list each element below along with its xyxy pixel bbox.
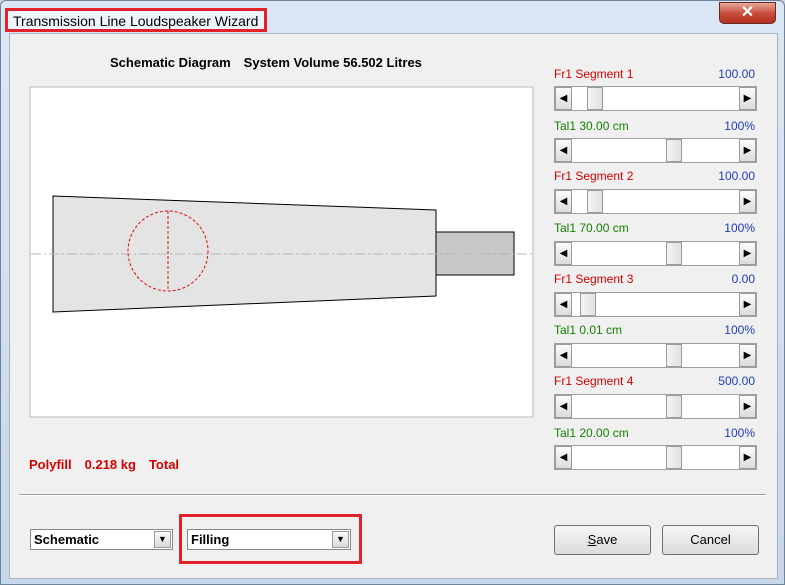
segment-3-scrollbar[interactable]: ◀ ▶ (554, 292, 757, 317)
segment-4-label: Fr1 Segment 4 (554, 374, 634, 388)
scrollbar-track[interactable] (572, 395, 739, 418)
scroll-left-icon[interactable]: ◀ (555, 293, 572, 316)
scroll-right-icon[interactable]: ▶ (739, 87, 756, 110)
scrollbar-thumb[interactable] (666, 344, 682, 367)
segment-4-value: 500.00 (718, 374, 755, 388)
scroll-right-icon[interactable]: ▶ (739, 446, 756, 469)
scrollbar-thumb[interactable] (587, 87, 603, 110)
save-label: ave (596, 532, 618, 547)
schematic-canvas (29, 86, 534, 418)
scroll-right-icon[interactable]: ▶ (739, 293, 756, 316)
taper-2-scrollbar[interactable]: ◀ ▶ (554, 241, 757, 266)
taper-1-value: 100% (724, 119, 755, 133)
segment-2-value: 100.00 (718, 169, 755, 183)
segment-2-scrollbar[interactable]: ◀ ▶ (554, 189, 757, 214)
scrollbar-thumb[interactable] (580, 293, 596, 316)
scroll-right-icon[interactable]: ▶ (739, 395, 756, 418)
save-button[interactable]: Save (554, 525, 651, 555)
polyfill-label: Polyfill (29, 457, 72, 472)
schematic-drawing (31, 195, 532, 313)
chevron-down-icon[interactable]: ▼ (154, 531, 171, 548)
scrollbar-track[interactable] (572, 87, 739, 110)
scroll-left-icon[interactable]: ◀ (555, 139, 572, 162)
cancel-label: Cancel (690, 532, 731, 547)
diagram-title: Schematic Diagram (110, 55, 231, 70)
scrollbar-thumb[interactable] (587, 190, 603, 213)
scrollbar-thumb[interactable] (666, 446, 682, 469)
taper-3-scrollbar[interactable]: ◀ ▶ (554, 343, 757, 368)
segment-1-label: Fr1 Segment 1 (554, 67, 634, 81)
scrollbar-track[interactable] (572, 190, 739, 213)
scroll-left-icon[interactable]: ◀ (555, 190, 572, 213)
taper-2-label: Tal1 70.00 cm (554, 221, 629, 235)
segment-4-scrollbar[interactable]: ◀ ▶ (554, 394, 757, 419)
cancel-button[interactable]: Cancel (662, 525, 759, 555)
taper-4-value: 100% (724, 426, 755, 440)
scrollbar-track[interactable] (572, 242, 739, 265)
taper-3-label: Tal1 0.01 cm (554, 323, 623, 337)
chevron-down-icon[interactable]: ▼ (332, 531, 349, 548)
wizard-window: Transmission Line Loudspeaker Wizard ✕ S… (0, 0, 785, 585)
scroll-right-icon[interactable]: ▶ (739, 190, 756, 213)
scrollbar-thumb[interactable] (666, 139, 682, 162)
scroll-left-icon[interactable]: ◀ (555, 87, 572, 110)
scrollbar-track[interactable] (572, 293, 739, 316)
taper-3-value: 100% (724, 323, 755, 337)
polyfill-amount: 0.218 kg (84, 457, 136, 472)
footer-divider (19, 494, 766, 496)
mode-select-value: Filling (191, 532, 230, 547)
polyfill-summary: Polyfill 0.218 kg Total (29, 457, 192, 472)
taper-2-value: 100% (724, 221, 755, 235)
diagram-header: Schematic Diagram System Volume 56.502 Li… (110, 55, 435, 70)
segment-2-label: Fr1 Segment 2 (554, 169, 634, 183)
title-bar: Transmission Line Loudspeaker Wizard ✕ (1, 1, 785, 35)
close-button[interactable]: ✕ (719, 2, 776, 24)
scrollbar-track[interactable] (572, 139, 739, 162)
scrollbar-thumb[interactable] (666, 395, 682, 418)
scroll-left-icon[interactable]: ◀ (555, 446, 572, 469)
system-volume: System Volume 56.502 Litres (243, 55, 422, 70)
view-select-value: Schematic (34, 532, 100, 547)
taper-1-scrollbar[interactable]: ◀ ▶ (554, 138, 757, 163)
scroll-left-icon[interactable]: ◀ (555, 344, 572, 367)
mode-select[interactable]: Filling ▼ (187, 529, 351, 550)
scrollbar-track[interactable] (572, 344, 739, 367)
scroll-right-icon[interactable]: ▶ (739, 242, 756, 265)
taper-1-label: Tal1 30.00 cm (554, 119, 629, 133)
taper-4-scrollbar[interactable]: ◀ ▶ (554, 445, 757, 470)
segment-1-value: 100.00 (718, 67, 755, 81)
window-title: Transmission Line Loudspeaker Wizard (13, 13, 259, 29)
scroll-left-icon[interactable]: ◀ (555, 395, 572, 418)
segment-3-value: 0.00 (731, 272, 755, 286)
scroll-left-icon[interactable]: ◀ (555, 242, 572, 265)
scroll-right-icon[interactable]: ▶ (739, 344, 756, 367)
scrollbar-thumb[interactable] (666, 242, 682, 265)
close-icon: ✕ (740, 4, 755, 21)
view-select[interactable]: Schematic ▼ (30, 529, 173, 550)
taper-4-label: Tal1 20.00 cm (554, 426, 629, 440)
scroll-right-icon[interactable]: ▶ (739, 139, 756, 162)
scrollbar-track[interactable] (572, 446, 739, 469)
segment-3-label: Fr1 Segment 3 (554, 272, 634, 286)
segment-1-scrollbar[interactable]: ◀ ▶ (554, 86, 757, 111)
polyfill-scope: Total (148, 457, 180, 472)
title-highlight: Transmission Line Loudspeaker Wizard (5, 8, 267, 32)
